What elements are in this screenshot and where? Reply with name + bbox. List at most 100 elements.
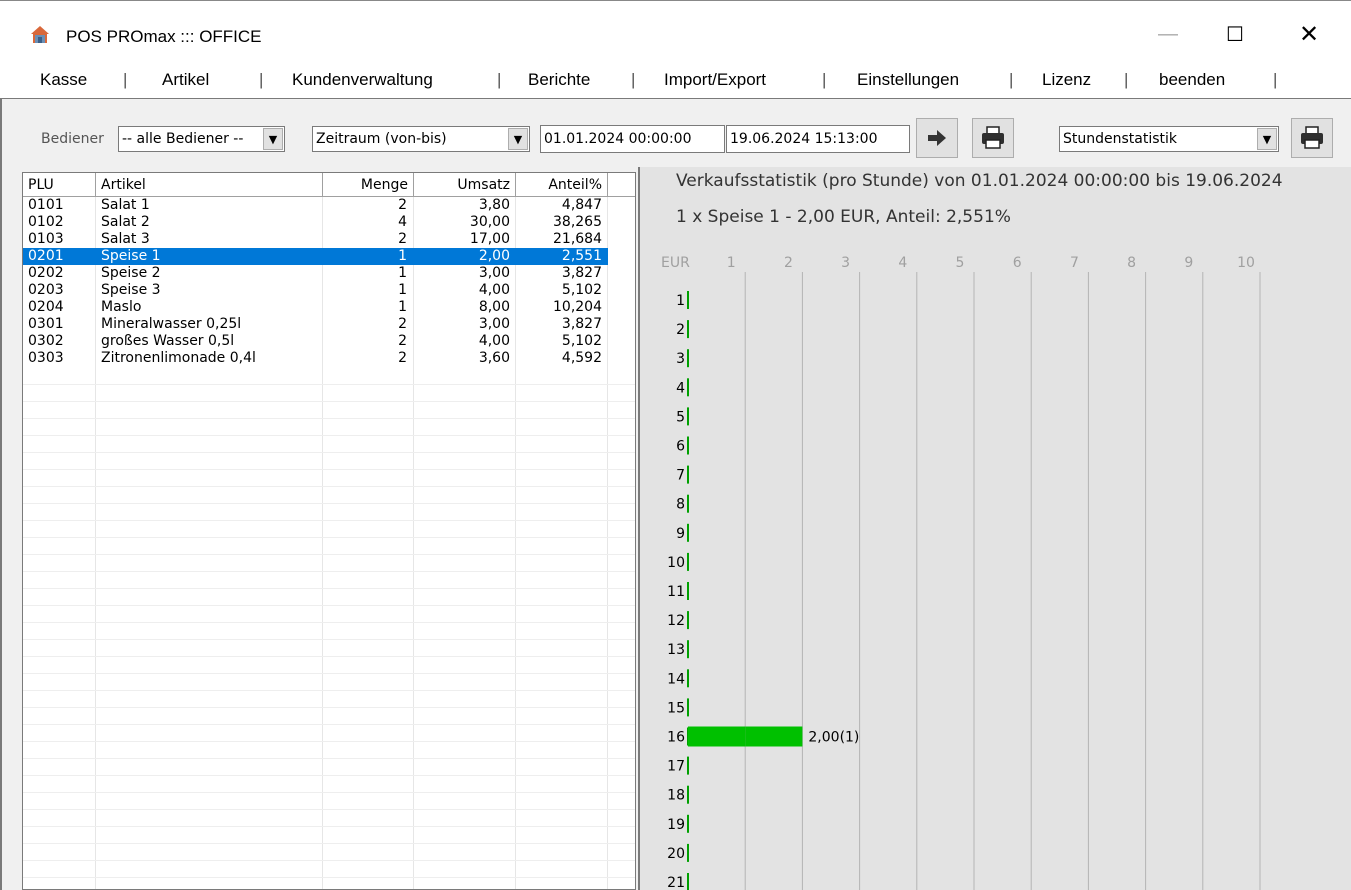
menu-artikel[interactable]: Artikel [162,70,209,90]
table-cell: Zitronenlimonade 0,4l [101,350,256,366]
toolbar: Bediener -- alle Bediener -- ▼ Zeitraum … [2,101,1351,167]
table-row[interactable]: 0204 Maslo 1 8,00 10,204 [23,299,608,316]
table-cell: 1 [398,265,407,281]
report-type-select-value: Stundenstatistik [1063,131,1178,147]
x-tick-label: 5 [956,255,965,271]
sales-bar [688,726,746,747]
table-cell: 3,00 [478,316,510,332]
table-cell: 5,102 [561,333,602,349]
menu-separator: | [1124,70,1129,89]
table-cell: 2 [398,231,407,247]
x-tick-label: 9 [1184,255,1193,271]
x-tick-label: 3 [841,255,850,271]
menu-beenden[interactable]: beenden [1159,70,1225,90]
hourly-sales-chart: EUR 1 2 3 4 5 6 7 8 9 1012345678910111213141516 2,0… [661,255,1261,890]
window-title: POS PROmax ::: OFFICE [66,27,262,46]
menu-separator: | [123,70,128,89]
table-cell: 3,827 [561,265,602,281]
table-cell: Salat 1 [101,197,150,213]
article-table[interactable]: PLU Artikel Menge Umsatz Anteil% 0101 Sal… [22,172,636,890]
menu-kundenverwaltung[interactable]: Kundenverwaltung [292,70,433,90]
chart-panel: EUR 1 2 3 4 5 6 7 8 9 10 1 2 3 4 5 6 7 8 9 10 11 12 13 14 15 16 2,0… [638,167,1351,890]
menu-import-export[interactable]: Import/Export [664,70,766,90]
column-header-umsatz[interactable]: Umsatz [414,173,516,197]
menu-separator: | [1273,70,1278,89]
hour-label: 2 [676,322,685,338]
apply-button[interactable] [916,118,958,158]
column-header-menge[interactable]: Menge [323,173,414,197]
hour-label: 11 [667,584,685,600]
hour-label: 3 [676,351,685,367]
zeitraum-select[interactable]: Zeitraum (von-bis) ▼ [312,126,530,152]
date-from-input[interactable]: 01.01.2024 00:00:00 [540,125,725,153]
column-header-filler [608,173,635,197]
table-cell: 0201 [28,248,64,264]
table-cell: 2,551 [561,248,602,264]
bediener-select[interactable]: -- alle Bediener -- ▼ [118,126,285,152]
table-cell: Maslo [101,299,142,315]
column-header-anteil[interactable]: Anteil% [516,173,608,197]
table-cell: 30,00 [469,214,510,230]
x-tick-label: 7 [1070,255,1079,271]
table-row[interactable]: 0302 großes Wasser 0,5l 2 4,00 5,102 [23,333,608,350]
print-report-button[interactable] [1291,118,1333,158]
print-button[interactable] [972,118,1014,158]
hour-label: 1 [676,293,685,309]
table-cell: Speise 2 [101,265,161,281]
table-cell: 2,00 [478,248,510,264]
table-cell: 4,592 [561,350,602,366]
maximize-button[interactable]: ☐ [1212,17,1258,51]
table-cell: 1 [398,299,407,315]
table-cell: 3,00 [478,265,510,281]
printer-icon [1301,126,1323,149]
table-cell: 3,60 [478,350,510,366]
table-cell: 2 [398,316,407,332]
chevron-down-icon[interactable]: ▼ [263,128,283,150]
minimize-button[interactable]: — [1145,17,1191,51]
hour-label: 8 [676,497,685,513]
table-cell: 5,102 [561,282,602,298]
table-row[interactable]: 0202 Speise 2 1 3,00 3,827 [23,265,608,282]
table-cell: großes Wasser 0,5l [101,333,235,349]
table-cell: 4,00 [478,282,510,298]
table-row[interactable]: 0101 Salat 1 2 3,80 4,847 [23,197,608,214]
bediener-label: Bediener [41,131,104,147]
hour-label: 19 [667,817,685,833]
table-cell: 2 [398,197,407,213]
menu-separator: | [822,70,827,89]
table-row[interactable]: 0203 Speise 3 1 4,00 5,102 [23,282,608,299]
table-cell: 0302 [28,333,64,349]
chevron-down-icon[interactable]: ▼ [1257,128,1277,150]
close-button[interactable]: ✕ [1286,17,1332,51]
date-to-input[interactable]: 19.06.2024 15:13:00 [726,125,910,153]
table-row[interactable]: 0103 Salat 3 2 17,00 21,684 [23,231,608,248]
menu-einstellungen[interactable]: Einstellungen [857,70,959,90]
menu-kasse[interactable]: Kasse [40,70,87,90]
column-header-plu[interactable]: PLU [23,173,96,197]
sales-bar [745,726,803,747]
table-row[interactable]: 0303 Zitronenlimonade 0,4l 2 3,60 4,592 [23,350,608,367]
column-header-artikel[interactable]: Artikel [96,173,323,197]
hour-label: 21 [667,875,685,890]
table-header: PLU Artikel Menge Umsatz Anteil% [23,173,635,197]
table-row[interactable]: 0102 Salat 2 4 30,00 38,265 [23,214,608,231]
chevron-down-icon[interactable]: ▼ [508,128,528,150]
hour-label: 16 [667,730,685,746]
table-cell: 17,00 [469,231,510,247]
menu-berichte[interactable]: Berichte [528,70,590,90]
hour-label: 6 [676,439,685,455]
hour-label: 20 [667,846,685,862]
table-cell: 0203 [28,282,64,298]
table-cell: 0204 [28,299,64,315]
table-row[interactable]: 0301 Mineralwasser 0,25l 2 3,00 3,827 [23,316,608,333]
table-cell: 0202 [28,265,64,281]
table-cell: 10,204 [553,299,602,315]
table-cell: Salat 2 [101,214,150,230]
report-type-select[interactable]: Stundenstatistik ▼ [1059,126,1279,152]
menu-lizenz[interactable]: Lizenz [1042,70,1091,90]
table-cell: 0103 [28,231,64,247]
table-row-selected[interactable]: 0201 Speise 1 1 2,00 2,551 [23,248,608,265]
hour-label: 12 [667,613,685,629]
hour-label: 5 [676,409,685,425]
menu-bar: Kasse | Artikel | Kundenverwaltung | Ber… [0,64,1351,98]
